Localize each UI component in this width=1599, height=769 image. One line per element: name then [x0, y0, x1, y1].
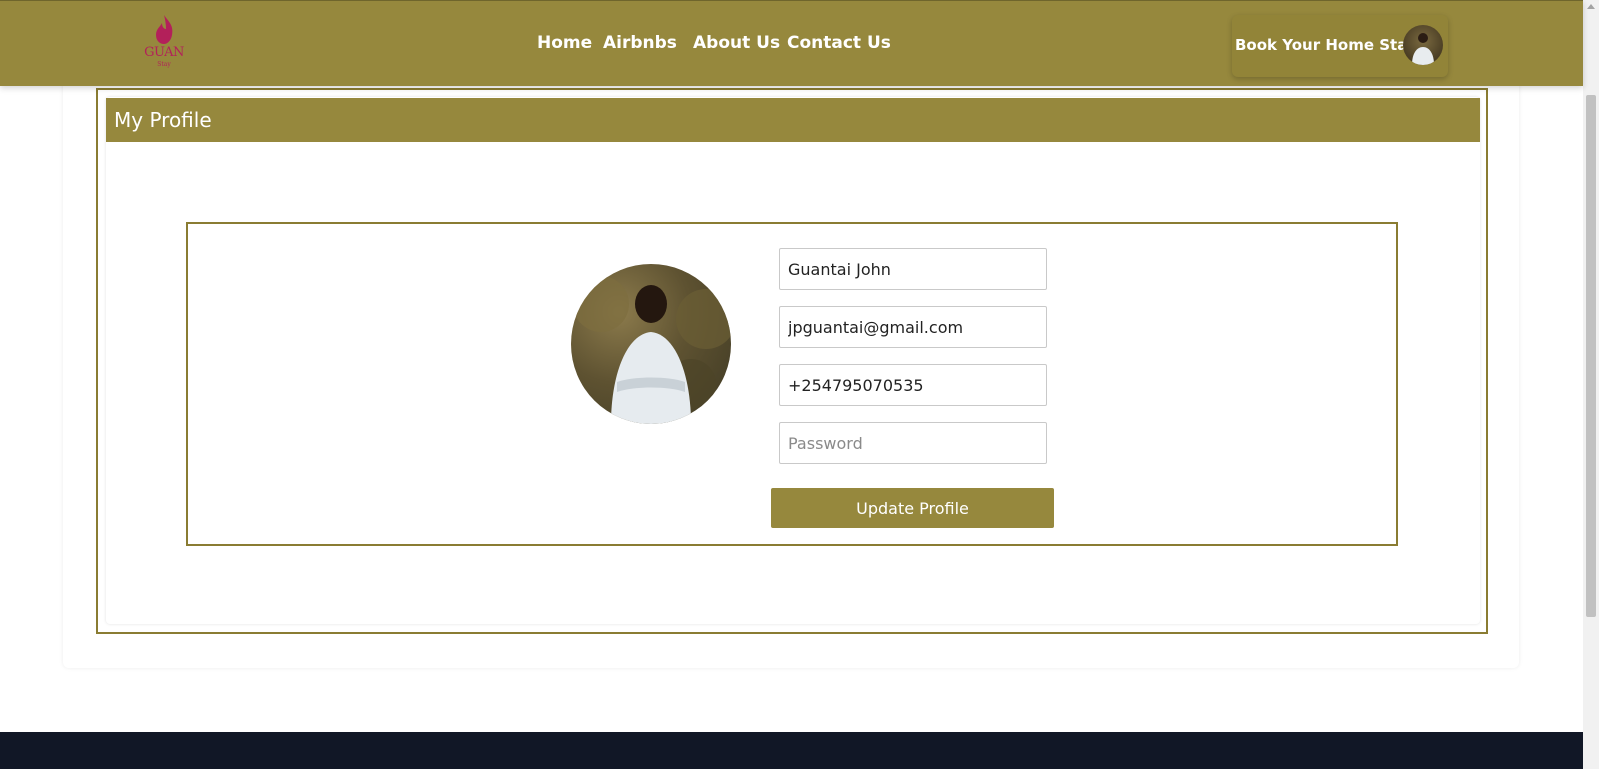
password-field[interactable] — [779, 422, 1047, 464]
scroll-up-arrow-icon[interactable] — [1587, 4, 1595, 9]
book-home-stay-button[interactable]: Book Your Home Stay — [1232, 15, 1448, 77]
user-avatar[interactable] — [1403, 25, 1443, 65]
nav-home[interactable]: Home — [537, 33, 592, 53]
footer — [0, 732, 1583, 769]
scrollbar-thumb[interactable] — [1586, 95, 1596, 617]
avatar-person-icon — [1412, 33, 1434, 65]
phone-field[interactable] — [779, 364, 1047, 406]
nav-contact-us[interactable]: Contact Us — [787, 33, 891, 53]
top-navbar: GUAN Stay Home Airbnbs About Us Contact … — [0, 0, 1583, 86]
profile-person-icon — [573, 276, 731, 424]
profile-header: My Profile — [106, 98, 1480, 142]
update-profile-button[interactable]: Update Profile — [771, 488, 1054, 528]
scrollbar[interactable] — [1583, 0, 1599, 769]
logo-subtext: Stay — [157, 61, 171, 68]
profile-photo[interactable] — [571, 264, 731, 424]
name-field[interactable] — [779, 248, 1047, 290]
nav-about-us[interactable]: About Us — [693, 33, 780, 53]
book-home-stay-label: Book Your Home Stay — [1235, 36, 1417, 54]
email-field[interactable] — [779, 306, 1047, 348]
nav-airbnbs[interactable]: Airbnbs — [603, 33, 677, 53]
